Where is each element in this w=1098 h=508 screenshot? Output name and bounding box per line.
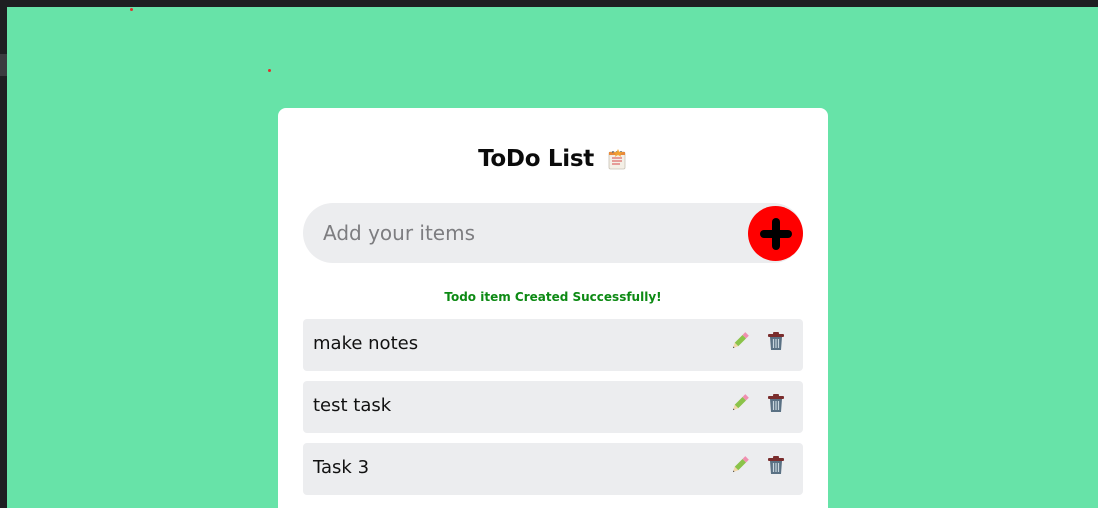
add-item-button[interactable] xyxy=(748,206,803,261)
list-item: test task xyxy=(303,381,803,433)
pencil-icon xyxy=(732,394,749,411)
trash-icon xyxy=(768,394,784,412)
trash-icon xyxy=(768,332,784,350)
todo-card: ToDo List Add your items Todo item Creat… xyxy=(278,108,828,508)
notepad-icon xyxy=(606,148,628,170)
item-label: Task 3 xyxy=(313,457,370,478)
page-background: ToDo List Add your items Todo item Creat… xyxy=(7,7,1098,508)
window-top-bar xyxy=(0,0,1098,7)
add-item-bar xyxy=(303,203,803,263)
window-left-bar xyxy=(0,0,7,508)
plus-icon xyxy=(759,217,792,250)
delete-item-button[interactable] xyxy=(765,330,787,352)
page-title: ToDo List xyxy=(478,146,594,172)
add-item-input[interactable] xyxy=(303,203,743,263)
list-item: make notes xyxy=(303,319,803,371)
left-bar-marker xyxy=(0,54,7,76)
pencil-icon xyxy=(732,332,749,349)
red-dot xyxy=(130,8,133,11)
item-label: test task xyxy=(313,395,392,416)
title-row: ToDo List xyxy=(278,144,828,174)
red-dot xyxy=(268,69,271,72)
list-item: Task 3 xyxy=(303,443,803,495)
edit-item-button[interactable] xyxy=(729,330,751,352)
status-message: Todo item Created Successfully! xyxy=(444,290,662,304)
edit-item-button[interactable] xyxy=(729,392,751,414)
trash-icon xyxy=(768,456,784,474)
pencil-icon xyxy=(732,456,749,473)
todo-list: make notes test task Task 3 xyxy=(303,319,803,505)
delete-item-button[interactable] xyxy=(765,392,787,414)
item-label: make notes xyxy=(313,333,419,354)
delete-item-button[interactable] xyxy=(765,454,787,476)
edit-item-button[interactable] xyxy=(729,454,751,476)
